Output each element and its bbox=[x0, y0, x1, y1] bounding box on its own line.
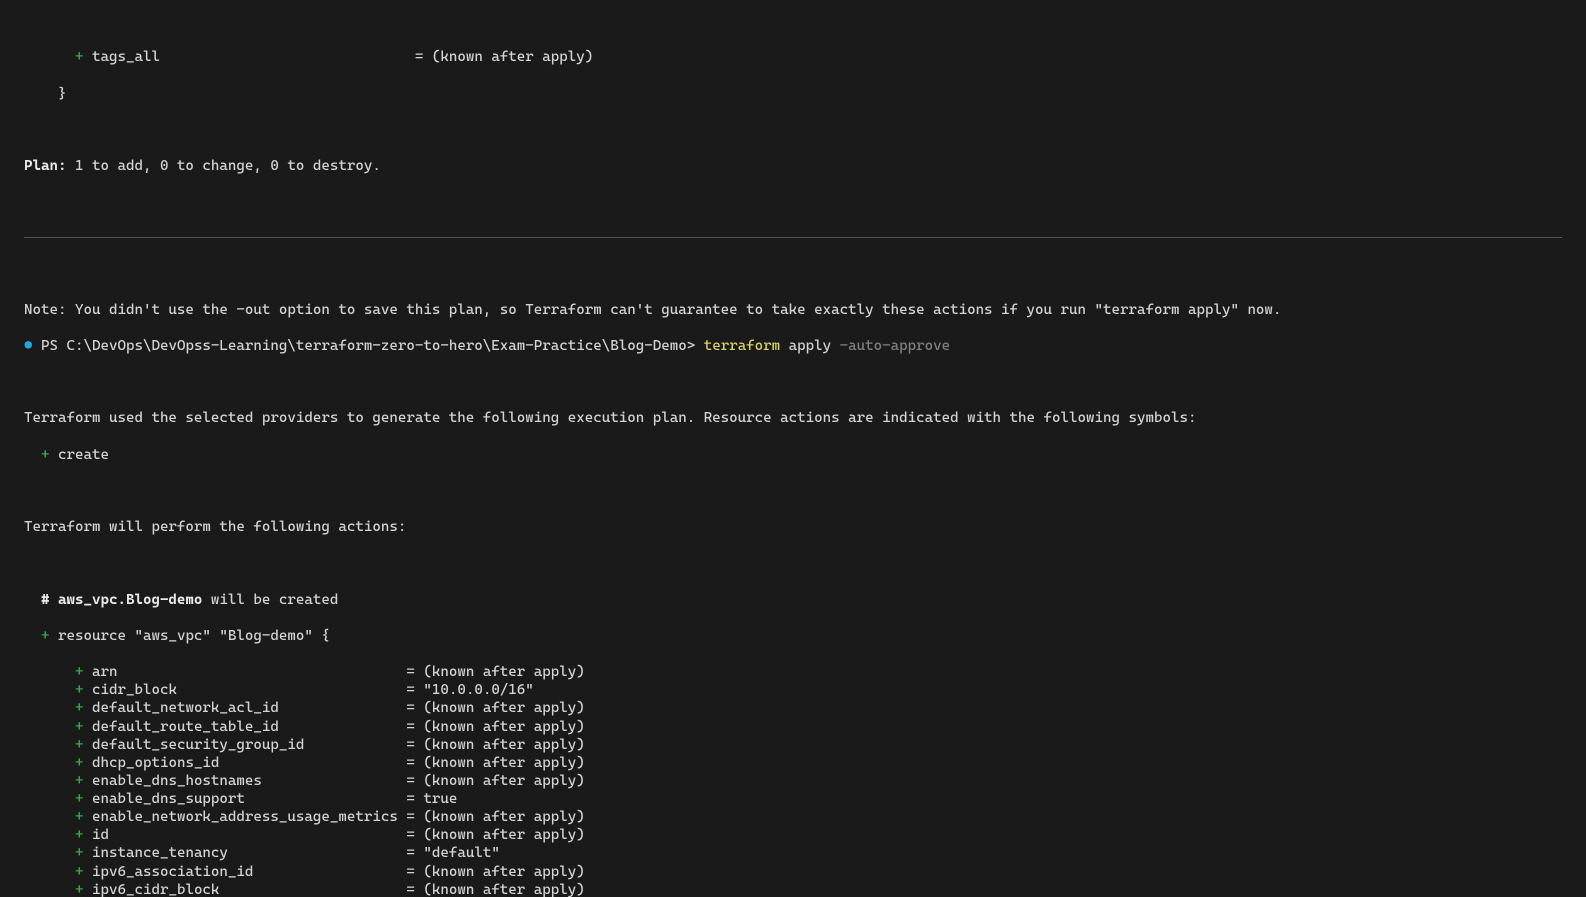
plan-text: 1 to add, 0 to change, 0 to destroy. bbox=[66, 158, 380, 174]
attr-value: (known after apply) bbox=[432, 49, 593, 65]
resource-comment: # aws_vpc.Blog-demo will be created bbox=[0, 591, 1586, 609]
attr-name: arn bbox=[92, 664, 406, 680]
note-line: Note: You didn't use the -out option to … bbox=[0, 301, 1586, 319]
attr-row: + ipv6_association_id = (known after app… bbox=[0, 863, 1586, 881]
plus-icon: + bbox=[75, 719, 84, 735]
attr-name: default_route_table_id bbox=[92, 719, 406, 735]
blank bbox=[0, 121, 1586, 139]
attr-row: + id = (known after apply) bbox=[0, 826, 1586, 844]
prompt-bullet-icon: ● bbox=[24, 338, 33, 354]
plan-line: Plan: 1 to add, 0 to change, 0 to destro… bbox=[0, 157, 1586, 175]
attr-value: "default" bbox=[423, 845, 499, 861]
attr-row-tagsall: + tags_all = (known after apply) bbox=[0, 48, 1586, 66]
plus-icon: + bbox=[75, 682, 84, 698]
create-symbol-line: + create bbox=[0, 446, 1586, 464]
ps-label: PS bbox=[41, 338, 58, 354]
attr-value: (known after apply) bbox=[423, 737, 584, 753]
divider bbox=[24, 237, 1562, 238]
cmd-flag: -auto-approve bbox=[840, 338, 950, 354]
attr-row: + enable_dns_support = true bbox=[0, 790, 1586, 808]
attr-name: enable_network_address_usage_metrics bbox=[92, 809, 406, 825]
attr-value: true bbox=[423, 791, 457, 807]
attr-name: ipv6_association_id bbox=[92, 864, 406, 880]
plus-icon: + bbox=[75, 809, 84, 825]
plus-icon: + bbox=[75, 755, 84, 771]
attr-pad bbox=[160, 49, 406, 65]
attr-row: + enable_network_address_usage_metrics =… bbox=[0, 808, 1586, 826]
intro-line-2: Terraform will perform the following act… bbox=[0, 518, 1586, 536]
attr-row: + cidr_block = "10.0.0.0/16" bbox=[0, 681, 1586, 699]
plus-icon: + bbox=[75, 773, 84, 789]
plus-icon: + bbox=[41, 447, 50, 463]
plus-icon: + bbox=[41, 628, 50, 644]
blank bbox=[0, 554, 1586, 572]
terminal-output[interactable]: + tags_all = (known after apply) } Plan:… bbox=[0, 0, 1586, 897]
plan-label: Plan: bbox=[24, 158, 66, 174]
plus-icon: + bbox=[75, 791, 84, 807]
plus-icon: + bbox=[75, 737, 84, 753]
attr-value: (known after apply) bbox=[423, 755, 584, 771]
attr-row: + ipv6_cidr_block = (known after apply) bbox=[0, 881, 1586, 897]
attr-value: (known after apply) bbox=[423, 882, 584, 897]
plus-icon: + bbox=[75, 49, 84, 65]
attr-value: "10.0.0.0/16" bbox=[423, 682, 533, 698]
resource-open-text: resource "aws_vpc" "Blog-demo" { bbox=[50, 628, 330, 644]
attr-row: + default_network_acl_id = (known after … bbox=[0, 699, 1586, 717]
plus-icon: + bbox=[75, 864, 84, 880]
comment-suffix: will be created bbox=[202, 592, 338, 608]
plus-icon: + bbox=[75, 845, 84, 861]
attr-value: (known after apply) bbox=[423, 864, 584, 880]
attr-value: (known after apply) bbox=[423, 719, 584, 735]
blank bbox=[0, 482, 1586, 500]
create-label: create bbox=[58, 447, 109, 463]
attr-row: + instance_tenancy = "default" bbox=[0, 844, 1586, 862]
attr-row: + enable_dns_hostnames = (known after ap… bbox=[0, 772, 1586, 790]
plus-icon: + bbox=[75, 664, 84, 680]
attr-name: default_security_group_id bbox=[92, 737, 406, 753]
attr-name: enable_dns_hostnames bbox=[92, 773, 406, 789]
cmd-apply: apply bbox=[780, 338, 839, 354]
attr-name: dhcp_options_id bbox=[92, 755, 406, 771]
attr-value: (known after apply) bbox=[423, 773, 584, 789]
prompt-line-1: ● PS C:\DevOps\DevOpss-Learning\terrafor… bbox=[0, 337, 1586, 355]
attr-row: + default_security_group_id = (known aft… bbox=[0, 736, 1586, 754]
plus-icon: + bbox=[75, 882, 84, 897]
plus-icon: + bbox=[75, 700, 84, 716]
intro-line-1: Terraform used the selected providers to… bbox=[0, 409, 1586, 427]
attr-name: cidr_block bbox=[92, 682, 406, 698]
attr-value: (known after apply) bbox=[423, 700, 584, 716]
attr-name: enable_dns_support bbox=[92, 791, 406, 807]
prompt-path: C:\DevOps\DevOpss-Learning\terraform-zer… bbox=[58, 338, 704, 354]
blank bbox=[0, 373, 1586, 391]
resource-open: + resource "aws_vpc" "Blog-demo" { bbox=[0, 627, 1586, 645]
attr-name: ipv6_cidr_block bbox=[92, 882, 406, 897]
attr-value: (known after apply) bbox=[423, 827, 584, 843]
resource-attrs: + arn = (known after apply) + cidr_block… bbox=[0, 663, 1586, 897]
comment-name: aws_vpc.Blog-demo bbox=[58, 592, 202, 608]
attr-name: tags_all bbox=[92, 48, 160, 66]
attr-row: + dhcp_options_id = (known after apply) bbox=[0, 754, 1586, 772]
close-brace: } bbox=[0, 85, 1586, 103]
plus-icon: + bbox=[75, 827, 84, 843]
attr-row: + default_route_table_id = (known after … bbox=[0, 718, 1586, 736]
comment-prefix: # bbox=[24, 592, 58, 608]
attr-name: instance_tenancy bbox=[92, 845, 406, 861]
attr-row: + arn = (known after apply) bbox=[0, 663, 1586, 681]
attr-name: id bbox=[92, 827, 406, 843]
attr-value: (known after apply) bbox=[423, 809, 584, 825]
attr-name: default_network_acl_id bbox=[92, 700, 406, 716]
cmd-terraform: terraform bbox=[704, 338, 780, 354]
attr-value: (known after apply) bbox=[423, 664, 584, 680]
